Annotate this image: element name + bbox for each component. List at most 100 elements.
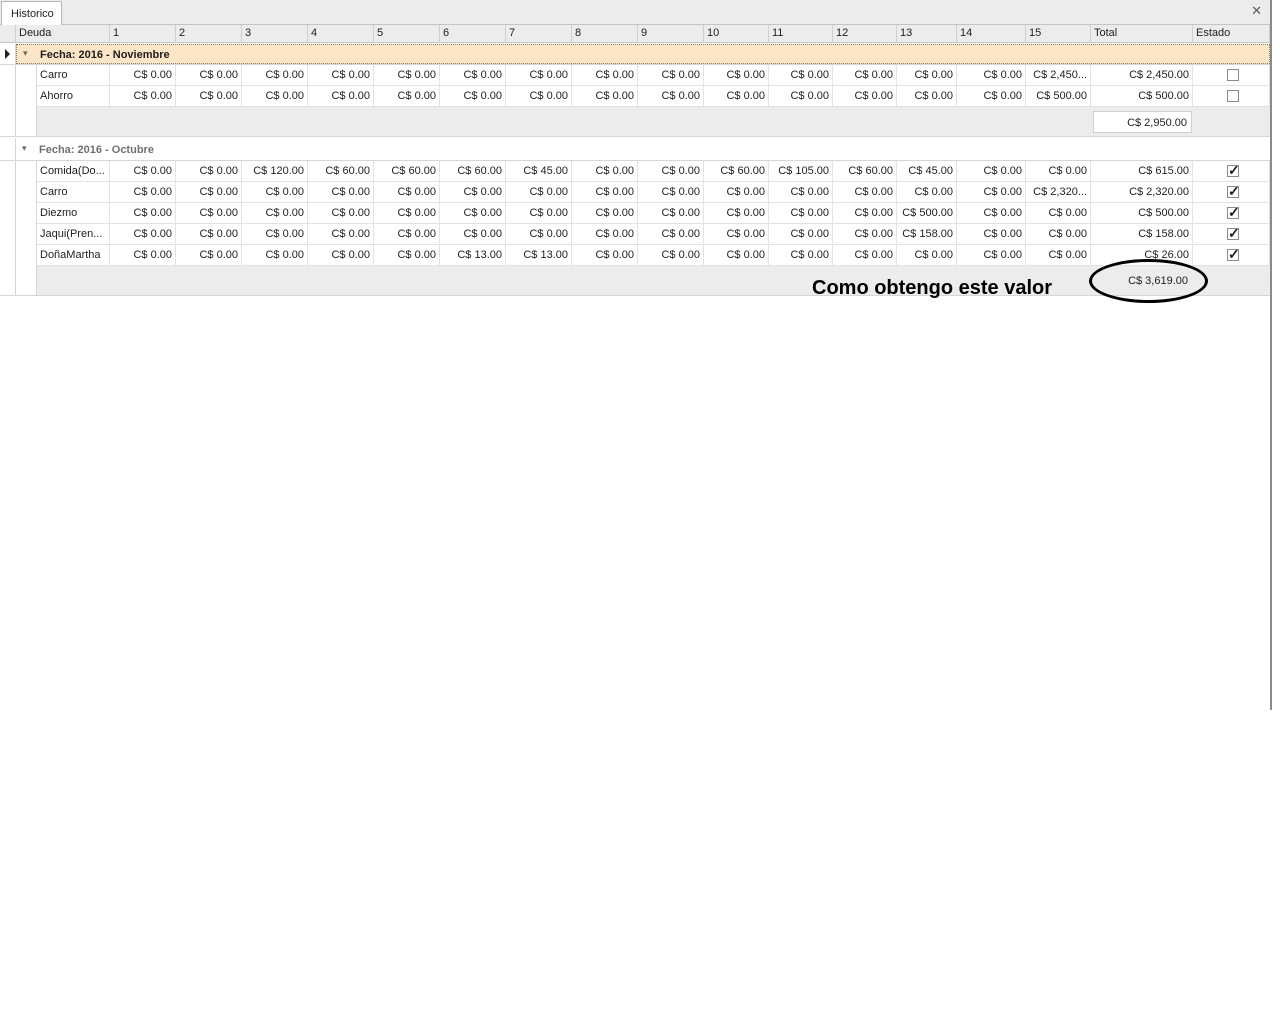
column-header-day-7[interactable]: 7 <box>506 25 572 43</box>
cell-day-15[interactable]: C$ 0.00 <box>1026 203 1091 224</box>
cell-day-13[interactable]: C$ 0.00 <box>897 65 957 86</box>
cell-day-13[interactable]: C$ 0.00 <box>897 182 957 203</box>
cell-day-4[interactable]: C$ 0.00 <box>308 203 374 224</box>
cell-day-7[interactable]: C$ 45.00 <box>506 161 572 182</box>
cell-day-8[interactable]: C$ 0.00 <box>572 65 638 86</box>
column-header-day-8[interactable]: 8 <box>572 25 638 43</box>
cell-day-12[interactable]: C$ 0.00 <box>833 86 897 107</box>
cell-day-11[interactable]: C$ 0.00 <box>769 86 833 107</box>
cell-day-8[interactable]: C$ 0.00 <box>572 224 638 245</box>
column-header-day-10[interactable]: 10 <box>704 25 769 43</box>
cell-day-11[interactable]: C$ 0.00 <box>769 203 833 224</box>
cell-day-9[interactable]: C$ 0.00 <box>638 86 704 107</box>
cell-day-14[interactable]: C$ 0.00 <box>957 86 1026 107</box>
group-summary-total[interactable]: C$ 2,950.00 <box>1093 111 1192 133</box>
cell-day-11[interactable]: C$ 0.00 <box>769 65 833 86</box>
cell-day-12[interactable]: C$ 0.00 <box>833 203 897 224</box>
cell-day-11[interactable]: C$ 0.00 <box>769 182 833 203</box>
column-header-day-3[interactable]: 3 <box>242 25 308 43</box>
cell-day-4[interactable]: C$ 0.00 <box>308 86 374 107</box>
cell-total[interactable]: C$ 500.00 <box>1091 86 1193 107</box>
cell-day-2[interactable]: C$ 0.00 <box>176 65 242 86</box>
cell-day-4[interactable]: C$ 60.00 <box>308 161 374 182</box>
cell-deuda[interactable]: Carro <box>37 65 110 86</box>
cell-day-7[interactable]: C$ 0.00 <box>506 203 572 224</box>
cell-day-14[interactable]: C$ 0.00 <box>957 65 1026 86</box>
cell-day-15[interactable]: C$ 0.00 <box>1026 161 1091 182</box>
close-icon[interactable]: ✕ <box>1251 3 1262 19</box>
cell-total[interactable]: C$ 158.00 <box>1091 224 1193 245</box>
cell-day-7[interactable]: C$ 0.00 <box>506 224 572 245</box>
cell-day-12[interactable]: C$ 0.00 <box>833 224 897 245</box>
cell-day-10[interactable]: C$ 0.00 <box>704 224 769 245</box>
cell-day-14[interactable]: C$ 0.00 <box>957 182 1026 203</box>
cell-day-14[interactable]: C$ 0.00 <box>957 245 1026 266</box>
cell-day-5[interactable]: C$ 0.00 <box>374 182 440 203</box>
cell-day-2[interactable]: C$ 0.00 <box>176 245 242 266</box>
cell-deuda[interactable]: Diezmo <box>37 203 110 224</box>
cell-day-4[interactable]: C$ 0.00 <box>308 182 374 203</box>
estado-checkbox[interactable] <box>1227 204 1240 221</box>
cell-day-5[interactable]: C$ 0.00 <box>374 86 440 107</box>
cell-day-6[interactable]: C$ 0.00 <box>440 203 506 224</box>
cell-day-6[interactable]: C$ 60.00 <box>440 161 506 182</box>
column-header-day-12[interactable]: 12 <box>833 25 897 43</box>
cell-day-12[interactable]: C$ 0.00 <box>833 245 897 266</box>
column-header-day-1[interactable]: 1 <box>110 25 176 43</box>
table-row[interactable]: Carro C$ 0.00 C$ 0.00 C$ 0.00 C$ 0.00 C$ 0.00… <box>0 65 1270 86</box>
cell-day-5[interactable]: C$ 0.00 <box>374 245 440 266</box>
cell-deuda[interactable]: Comida(Do... <box>37 161 110 182</box>
cell-day-1[interactable]: C$ 0.00 <box>110 182 176 203</box>
cell-day-7[interactable]: C$ 0.00 <box>506 182 572 203</box>
cell-day-10[interactable]: C$ 0.00 <box>704 65 769 86</box>
cell-day-13[interactable]: C$ 0.00 <box>897 86 957 107</box>
cell-day-2[interactable]: C$ 0.00 <box>176 86 242 107</box>
cell-day-12[interactable]: C$ 0.00 <box>833 182 897 203</box>
column-header-day-11[interactable]: 11 <box>769 25 833 43</box>
cell-day-5[interactable]: C$ 0.00 <box>374 65 440 86</box>
cell-day-15[interactable]: C$ 500.00 <box>1026 86 1091 107</box>
cell-day-14[interactable]: C$ 0.00 <box>957 161 1026 182</box>
cell-day-3[interactable]: C$ 120.00 <box>242 161 308 182</box>
cell-deuda[interactable]: Jaqui(Pren... <box>37 224 110 245</box>
cell-day-3[interactable]: C$ 0.00 <box>242 182 308 203</box>
cell-day-10[interactable]: C$ 0.00 <box>704 245 769 266</box>
cell-day-4[interactable]: C$ 0.00 <box>308 224 374 245</box>
cell-day-6[interactable]: C$ 13.00 <box>440 245 506 266</box>
estado-checkbox[interactable] <box>1227 246 1240 263</box>
cell-day-9[interactable]: C$ 0.00 <box>638 182 704 203</box>
cell-day-1[interactable]: C$ 0.00 <box>110 161 176 182</box>
column-header-day-9[interactable]: 9 <box>638 25 704 43</box>
cell-day-8[interactable]: C$ 0.00 <box>572 182 638 203</box>
column-header-day-14[interactable]: 14 <box>957 25 1026 43</box>
cell-deuda[interactable]: DoñaMartha <box>37 245 110 266</box>
cell-day-15[interactable]: C$ 2,320... <box>1026 182 1091 203</box>
table-row[interactable]: Diezmo C$ 0.00 C$ 0.00 C$ 0.00 C$ 0.00 C$ 0.0… <box>0 203 1270 224</box>
cell-day-13[interactable]: C$ 0.00 <box>897 245 957 266</box>
estado-checkbox[interactable] <box>1227 225 1240 242</box>
cell-day-5[interactable]: C$ 60.00 <box>374 161 440 182</box>
cell-total[interactable]: C$ 615.00 <box>1091 161 1193 182</box>
cell-day-6[interactable]: C$ 0.00 <box>440 224 506 245</box>
cell-day-11[interactable]: C$ 0.00 <box>769 224 833 245</box>
table-row[interactable]: DoñaMartha C$ 0.00 C$ 0.00 C$ 0.00 C$ 0.00 C$… <box>0 245 1270 266</box>
cell-day-9[interactable]: C$ 0.00 <box>638 224 704 245</box>
cell-day-13[interactable]: C$ 158.00 <box>897 224 957 245</box>
collapse-chevron-icon[interactable]: ▾ <box>22 143 27 154</box>
cell-total[interactable]: C$ 2,450.00 <box>1091 65 1193 86</box>
cell-day-14[interactable]: C$ 0.00 <box>957 224 1026 245</box>
cell-deuda[interactable]: Ahorro <box>37 86 110 107</box>
cell-day-9[interactable]: C$ 0.00 <box>638 203 704 224</box>
table-row[interactable]: Jaqui(Pren... C$ 0.00 C$ 0.00 C$ 0.00 C$ 0.0… <box>0 224 1270 245</box>
table-row[interactable]: Comida(Do... C$ 0.00 C$ 0.00 C$ 120.00 C$ 60… <box>0 161 1270 182</box>
group-row[interactable]: ▾ Fecha: 2016 - Noviembre <box>0 44 1270 65</box>
cell-day-13[interactable]: C$ 45.00 <box>897 161 957 182</box>
cell-deuda[interactable]: Carro <box>37 182 110 203</box>
cell-day-1[interactable]: C$ 0.00 <box>110 86 176 107</box>
cell-day-10[interactable]: C$ 0.00 <box>704 203 769 224</box>
cell-total[interactable]: C$ 2,320.00 <box>1091 182 1193 203</box>
cell-day-3[interactable]: C$ 0.00 <box>242 245 308 266</box>
cell-day-11[interactable]: C$ 105.00 <box>769 161 833 182</box>
cell-total[interactable]: C$ 500.00 <box>1091 203 1193 224</box>
cell-day-15[interactable]: C$ 0.00 <box>1026 245 1091 266</box>
